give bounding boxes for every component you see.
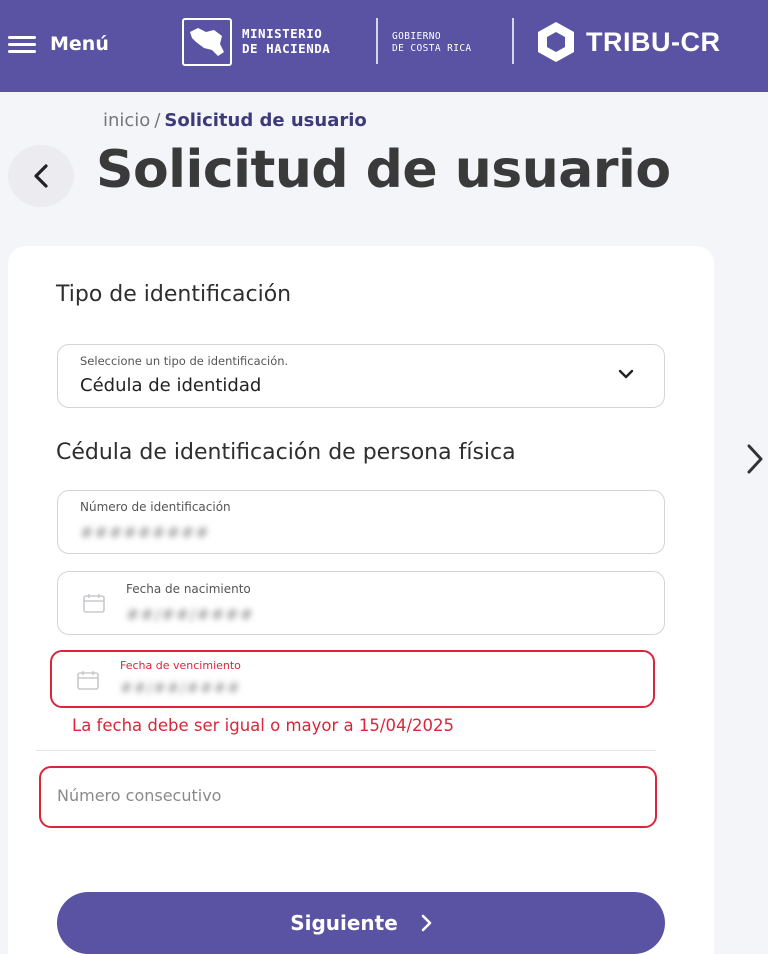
divider: [36, 750, 656, 751]
tribu-hexagon-icon: [538, 22, 574, 62]
chevron-down-icon: [618, 369, 634, 379]
id-number-field[interactable]: Número de identificación #########: [57, 490, 665, 554]
page-title: Solicitud de usuario: [96, 140, 671, 200]
birth-date-value: ##/##/####: [126, 605, 255, 624]
header-divider: [512, 18, 514, 64]
chevron-left-icon: [34, 164, 48, 188]
id-type-select-label: Seleccione un tipo de identificación.: [80, 354, 289, 368]
top-header: Menú MINISTERIO DE HACIENDA GOBIERNO DE …: [0, 0, 768, 92]
costa-rica-map-logo: [182, 18, 232, 66]
gobierno-logo-text: GOBIERNO DE COSTA RICA: [392, 31, 472, 54]
hamburger-icon: [8, 34, 36, 54]
ministerio-logo-text: MINISTERIO DE HACIENDA: [242, 26, 331, 56]
id-type-heading: Tipo de identificación: [56, 282, 292, 307]
expiry-date-value: ##/##/####: [120, 679, 241, 697]
breadcrumb-home-link[interactable]: inicio: [103, 110, 150, 131]
id-type-select-value: Cédula de identidad: [80, 375, 262, 396]
expiry-date-label: Fecha de vencimiento: [120, 659, 241, 672]
person-section-heading: Cédula de identificación de persona físi…: [56, 440, 516, 465]
breadcrumb-current: Solicitud de usuario: [164, 110, 367, 131]
id-number-value: #########: [80, 523, 210, 542]
back-button[interactable]: [8, 145, 74, 207]
next-button-label: Siguiente: [290, 911, 398, 935]
breadcrumb: inicio / Solicitud de usuario: [103, 110, 367, 131]
id-type-select[interactable]: Seleccione un tipo de identificación. Cé…: [57, 344, 665, 408]
header-divider: [376, 18, 378, 64]
next-button[interactable]: Siguiente: [57, 892, 665, 954]
birth-date-label: Fecha de nacimiento: [126, 582, 251, 596]
birth-date-field[interactable]: Fecha de nacimiento ##/##/####: [57, 571, 665, 635]
consecutive-number-field[interactable]: [39, 766, 657, 828]
tribu-cr-logo-text: TRIBU-CR: [586, 27, 721, 57]
chevron-right-icon[interactable]: [744, 442, 766, 476]
calendar-icon: [83, 594, 105, 613]
breadcrumb-separator: /: [154, 110, 161, 131]
calendar-icon: [77, 671, 99, 690]
consecutive-number-input[interactable]: [57, 786, 617, 805]
expiry-date-error: La fecha debe ser igual o mayor a 15/04/…: [72, 716, 454, 735]
expiry-date-field[interactable]: Fecha de vencimiento ##/##/####: [50, 650, 655, 708]
menu-button[interactable]: Menú: [8, 28, 109, 60]
id-number-label: Número de identificación: [80, 500, 231, 514]
menu-label: Menú: [50, 33, 109, 55]
chevron-right-icon: [421, 914, 432, 932]
